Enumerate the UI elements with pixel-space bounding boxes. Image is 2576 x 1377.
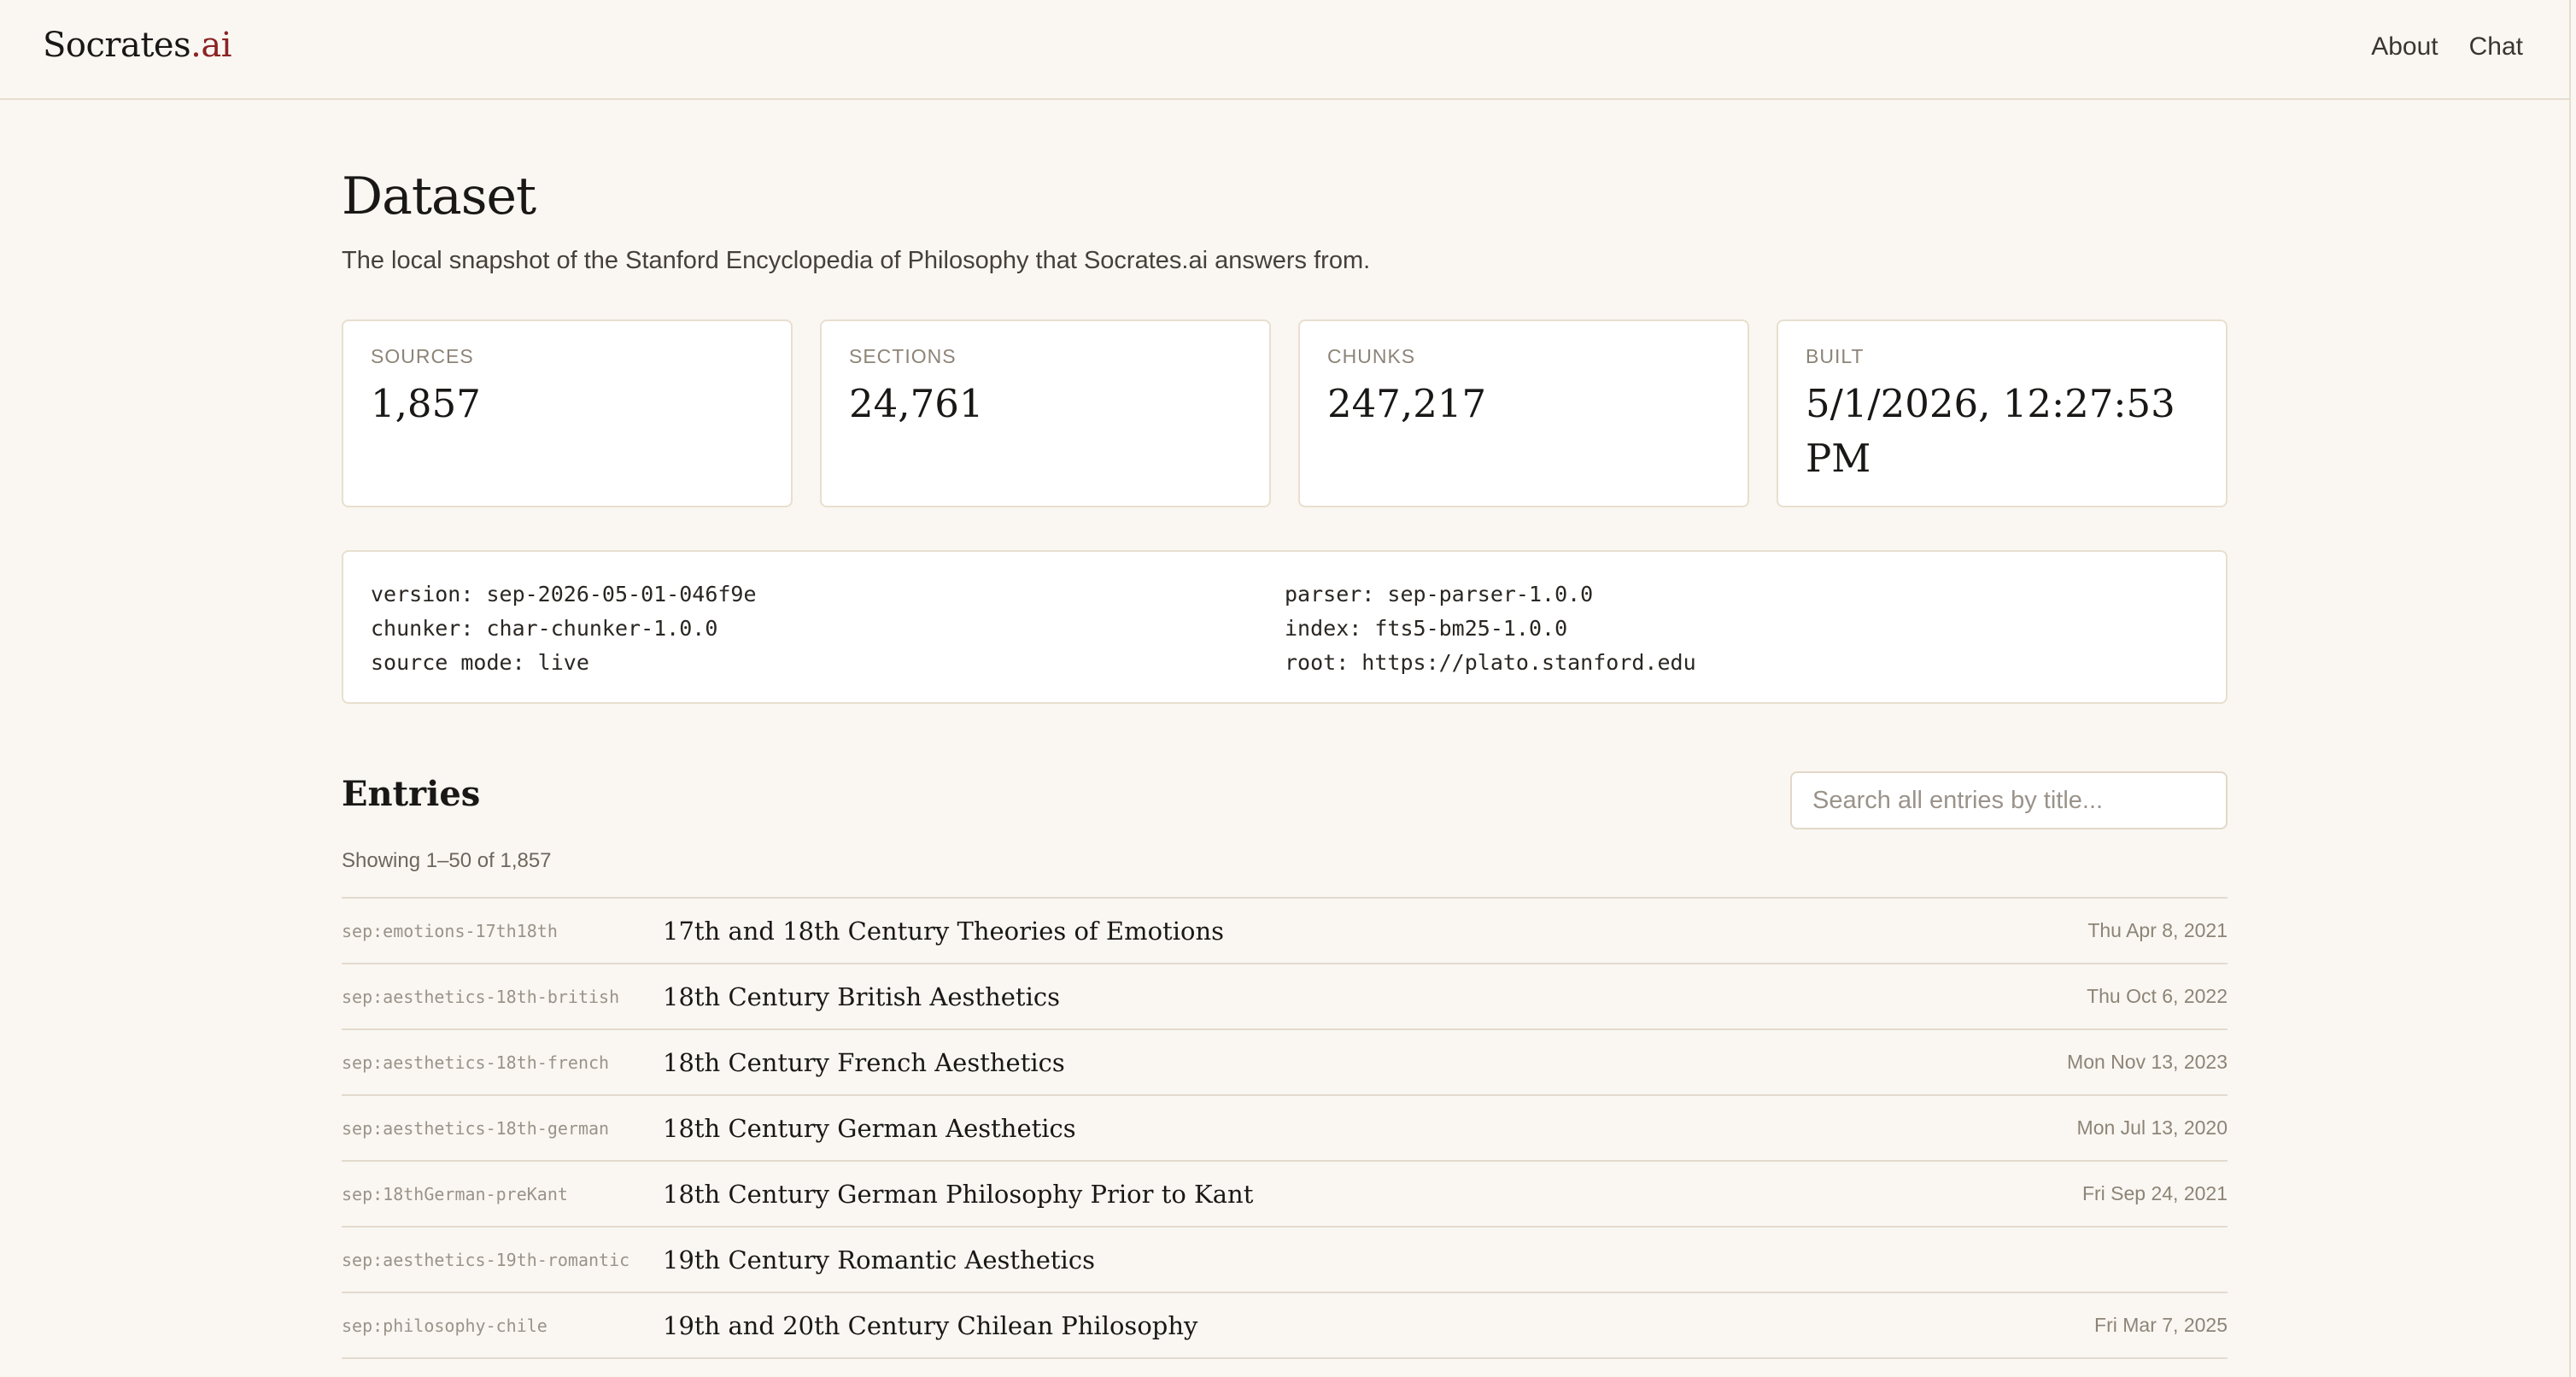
entry-date: Thu Apr 8, 2021 bbox=[2087, 919, 2228, 941]
stat-card-sections: SECTIONS 24,761 bbox=[820, 319, 1271, 507]
meta-chunker: chunker: char-chunker-1.0.0 bbox=[371, 616, 718, 641]
meta-version: version: sep-2026-05-01-046f9e bbox=[371, 582, 757, 606]
stat-label: CHUNKS bbox=[1327, 345, 1416, 367]
meta-source-mode: source mode: live bbox=[371, 650, 589, 675]
page-edge-divider bbox=[2569, 0, 2571, 1377]
stat-value: 1,857 bbox=[371, 381, 481, 426]
list-item[interactable]: sep:emotions-17th18th 17th and 18th Cent… bbox=[342, 899, 2228, 964]
entry-date: Fri Mar 7, 2025 bbox=[2094, 1314, 2228, 1336]
entry-date: Thu Oct 6, 2022 bbox=[2087, 985, 2228, 1007]
list-item[interactable]: sep:aesthetics-18th-german 18th Century … bbox=[342, 1096, 2228, 1162]
meta-root: root: https://plato.stanford.edu bbox=[1285, 650, 1696, 675]
entry-id: sep:18thGerman-preKant bbox=[342, 1183, 568, 1204]
entry-title-link[interactable]: 18th Century German Philosophy Prior to … bbox=[663, 1180, 1253, 1209]
meta-column-right: parser: sep-parser-1.0.0 index: fts5-bm2… bbox=[1285, 577, 2198, 677]
entry-id: sep:emotions-17th18th bbox=[342, 920, 558, 941]
entry-id: sep:philosophy-chile bbox=[342, 1315, 547, 1336]
brand-name-accent: .ai bbox=[190, 26, 231, 65]
entries-search-input[interactable] bbox=[1790, 771, 2228, 829]
stat-card-chunks: CHUNKS 247,217 bbox=[1298, 319, 1749, 507]
meta-column-left: version: sep-2026-05-01-046f9e chunker: … bbox=[371, 577, 1285, 677]
brand-logo-link[interactable]: Socrates.ai bbox=[43, 26, 231, 65]
brand-name: Socrates bbox=[43, 26, 191, 65]
meta-parser: parser: sep-parser-1.0.0 bbox=[1285, 582, 1594, 606]
stat-label: SECTIONS bbox=[849, 345, 957, 367]
entry-date: Mon Nov 13, 2023 bbox=[2067, 1051, 2228, 1073]
top-navigation-bar: Socrates.ai About Chat bbox=[0, 0, 2569, 100]
list-item[interactable]: sep:18thGerman-preKant 18th Century Germ… bbox=[342, 1162, 2228, 1228]
nav-link-about[interactable]: About bbox=[2371, 32, 2438, 62]
entry-id: sep:aesthetics-18th-german bbox=[342, 1117, 610, 1139]
entry-id: sep:aesthetics-18th-british bbox=[342, 986, 620, 1007]
entry-title-link[interactable]: 17th and 18th Century Theories of Emotio… bbox=[663, 917, 1224, 946]
entry-date: Fri Sep 24, 2021 bbox=[2081, 1182, 2228, 1204]
main-nav: About Chat bbox=[2371, 32, 2523, 62]
meta-index: index: fts5-bm25-1.0.0 bbox=[1285, 616, 1568, 641]
entry-id: sep:aesthetics-19th-romantic bbox=[342, 1249, 630, 1270]
stat-label: SOURCES bbox=[371, 345, 474, 367]
list-item[interactable]: sep:aesthetics-18th-french 18th Century … bbox=[342, 1030, 2228, 1096]
entries-list: sep:emotions-17th18th 17th and 18th Cent… bbox=[342, 897, 2228, 1359]
build-metadata-box: version: sep-2026-05-01-046f9e chunker: … bbox=[342, 550, 2228, 704]
stat-card-built: BUILT 5/1/2026, 12:27:53 PM bbox=[1777, 319, 2228, 507]
list-item[interactable]: sep:aesthetics-19th-romantic 19th Centur… bbox=[342, 1228, 2228, 1293]
list-item[interactable]: sep:aesthetics-18th-british 18th Century… bbox=[342, 964, 2228, 1030]
page-title: Dataset bbox=[342, 167, 536, 226]
stat-card-sources: SOURCES 1,857 bbox=[342, 319, 793, 507]
entry-date: Mon Jul 13, 2020 bbox=[2076, 1116, 2228, 1139]
list-item[interactable]: sep:philosophy-chile 19th and 20th Centu… bbox=[342, 1293, 2228, 1359]
entry-id: sep:aesthetics-18th-french bbox=[342, 1052, 610, 1073]
page-subtitle: The local snapshot of the Stanford Encyc… bbox=[342, 247, 1371, 274]
stat-value: 247,217 bbox=[1327, 381, 1487, 426]
nav-link-chat[interactable]: Chat bbox=[2469, 32, 2523, 62]
dataset-stats: SOURCES 1,857 SECTIONS 24,761 CHUNKS 247… bbox=[342, 319, 2228, 507]
entries-count: Showing 1–50 of 1,857 bbox=[342, 849, 552, 872]
entry-title-link[interactable]: 18th Century French Aesthetics bbox=[663, 1048, 1065, 1077]
entry-title-link[interactable]: 18th Century British Aesthetics bbox=[663, 982, 1060, 1011]
stat-value: 5/1/2026, 12:27:53 PM bbox=[1806, 381, 2175, 481]
stat-value: 24,761 bbox=[849, 381, 984, 426]
entry-title-link[interactable]: 19th and 20th Century Chilean Philosophy bbox=[663, 1311, 1197, 1340]
stat-label: BUILT bbox=[1806, 345, 1865, 367]
entries-heading: Entries bbox=[342, 774, 481, 814]
entry-title-link[interactable]: 19th Century Romantic Aesthetics bbox=[663, 1245, 1095, 1274]
entry-title-link[interactable]: 18th Century German Aesthetics bbox=[663, 1114, 1076, 1143]
